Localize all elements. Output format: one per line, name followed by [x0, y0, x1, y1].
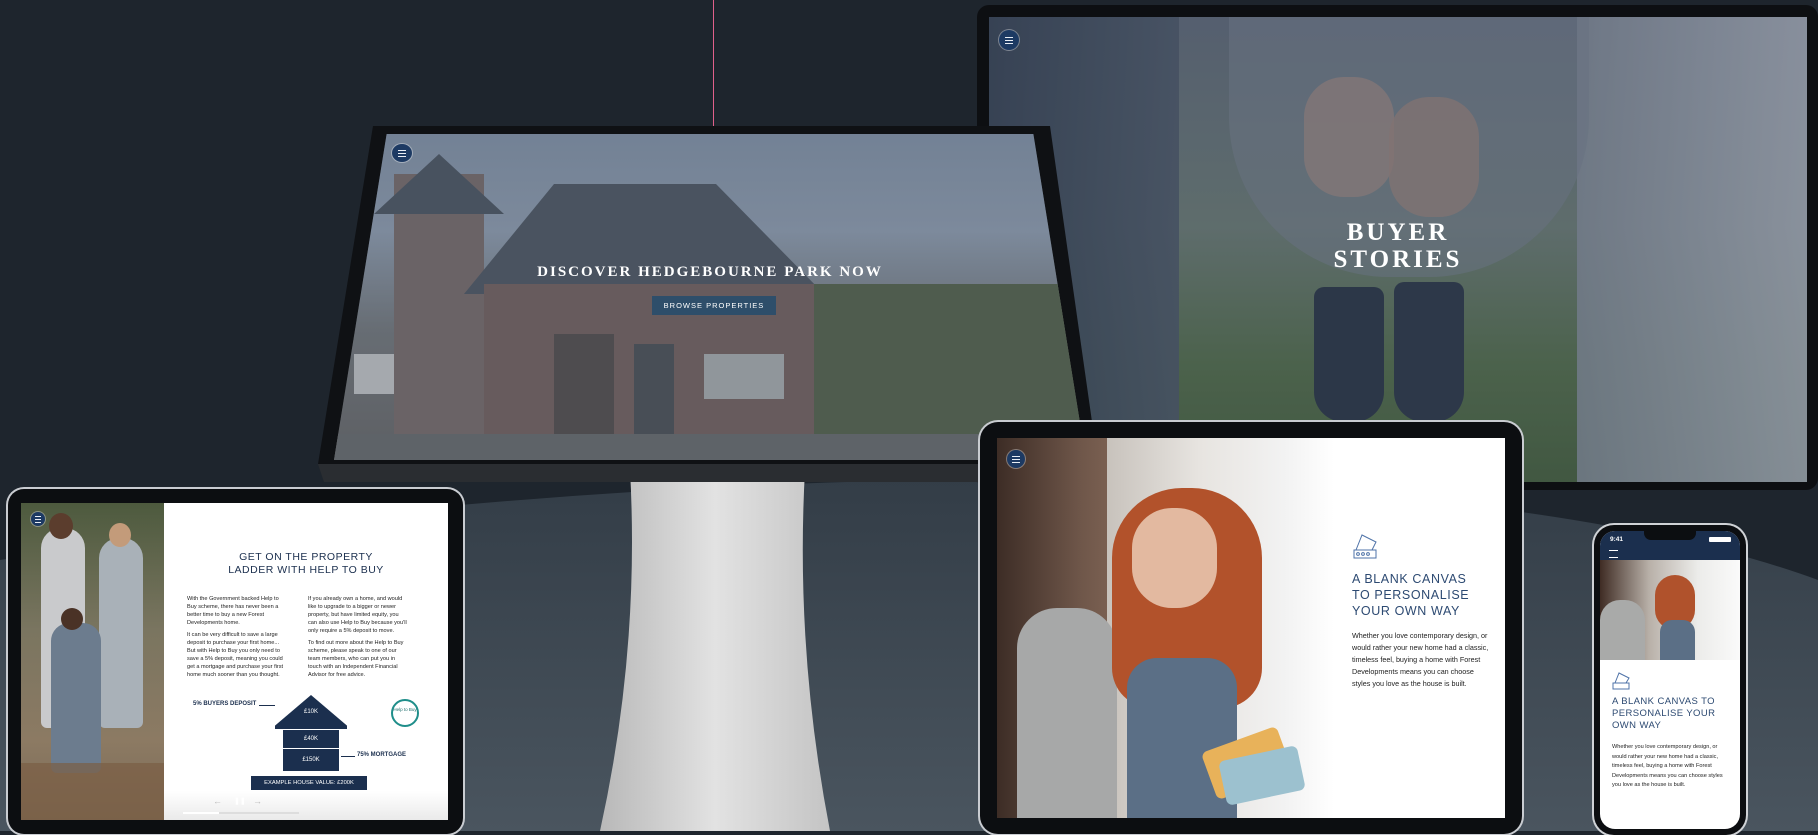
phone-title: A BLANK CANVAS TO PERSONALISE YOUR OWN W… [1612, 696, 1716, 731]
laptop-device: BUYER STORIES [977, 5, 1818, 490]
slider-controls [164, 791, 448, 820]
tier-10k: £10K [303, 709, 318, 715]
desktop-hero-title: DISCOVER HEDGEBOURNE PARK NOW [537, 264, 883, 280]
tier-40k: £40K [283, 729, 339, 748]
tablet-right-screen: A BLANK CANVAS TO PERSONALISE YOUR OWN W… [997, 438, 1505, 818]
deposit-connector [259, 705, 275, 706]
phone-status-bar: 9:41 [1600, 531, 1740, 560]
prev-arrow-icon[interactable]: ← [213, 796, 222, 806]
blank-canvas-body: Whether you love contemporary design, or… [1352, 631, 1489, 688]
phone-menu-icon[interactable] [1609, 550, 1618, 558]
colour-swatch-icon [1353, 534, 1377, 559]
laptop-screen: BUYER STORIES [989, 17, 1807, 482]
monitor-stand [600, 470, 830, 831]
tier-150k: £150K [283, 748, 339, 771]
mortgage-connector [341, 756, 355, 757]
pause-icon[interactable]: ❚❚ [234, 797, 246, 805]
blank-canvas-title: A BLANK CANVAS TO PERSONALISE YOUR OWN W… [1352, 572, 1470, 618]
phone-device: 9:41 A BLANK CANVAS TO PERSONALISE YOUR … [1594, 525, 1746, 835]
phone-body: Whether you love contemporary design, or… [1612, 744, 1723, 788]
help-to-buy-badge: Help to Buy [391, 699, 419, 727]
tablet-right-device: A BLANK CANVAS TO PERSONALISE YOUR OWN W… [980, 422, 1522, 834]
tablet-left-screen: GET ON THE PROPERTY LADDER WITH HELP TO … [21, 503, 448, 820]
buyer-stories-title: BUYER STORIES [1333, 219, 1463, 273]
phone-time: 9:41 [1610, 536, 1624, 543]
help-to-buy-col2: If you already own a home, and would lik… [308, 596, 407, 678]
tablet-right-menu-button[interactable] [1007, 450, 1025, 468]
help-to-buy-title: GET ON THE PROPERTY LADDER WITH HELP TO … [228, 551, 384, 576]
slide-progress [183, 812, 219, 814]
deposit-label: 5% BUYERS DEPOSIT [193, 701, 257, 707]
tablet-left-device: GET ON THE PROPERTY LADDER WITH HELP TO … [8, 489, 463, 834]
slide-progress-track [219, 812, 299, 814]
phone-photo [1600, 560, 1740, 660]
desktop-menu-button[interactable] [392, 144, 412, 162]
help-to-buy-col1: With the Government backed Help to Buy s… [187, 596, 284, 678]
phone-notch [1644, 531, 1696, 540]
tablet-left-menu-button[interactable] [31, 512, 45, 526]
colour-swatch-icon-phone [1612, 672, 1630, 690]
mortgage-label: 75% MORTGAGE [357, 752, 407, 758]
next-arrow-icon[interactable]: → [253, 796, 262, 806]
family-photo [21, 503, 164, 820]
woman-swatches-photo [997, 438, 1334, 818]
badge-text: Help to Buy [393, 707, 417, 712]
desktop-screen: DISCOVER HEDGEBOURNE PARK NOW BROWSE PRO… [334, 134, 1086, 460]
signal-battery-icon [1709, 537, 1731, 542]
example-house-value-button[interactable]: EXAMPLE HOUSE VALUE: £200K [251, 776, 367, 790]
house-diagram: £10K £40K £150K [275, 695, 347, 771]
laptop-menu-button[interactable] [999, 30, 1019, 50]
phone-screen: 9:41 A BLANK CANVAS TO PERSONALISE YOUR … [1600, 531, 1740, 829]
browse-properties-button[interactable]: BROWSE PROPERTIES [652, 296, 776, 315]
